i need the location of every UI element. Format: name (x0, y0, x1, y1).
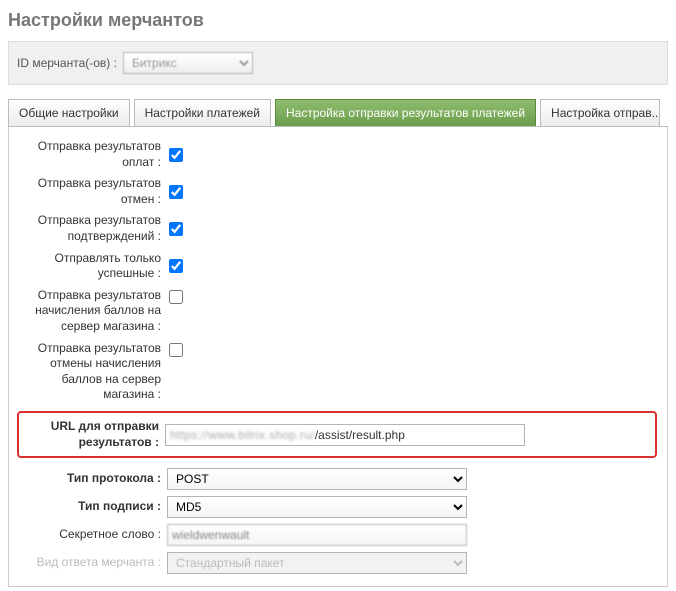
label-signature: Тип подписи : (17, 499, 167, 515)
select-response-type[interactable]: Стандартный пакет (167, 552, 467, 574)
label-secret: Секретное слово : (17, 527, 167, 543)
checkbox-send-only-success[interactable] (169, 259, 183, 273)
label-send-bonus-results: Отправка результатов начисления баллов н… (17, 288, 167, 335)
checkbox-send-confirm-results[interactable] (169, 222, 183, 236)
select-protocol[interactable]: POST (167, 468, 467, 490)
checkbox-send-cancel-bonus-results[interactable] (169, 343, 183, 357)
label-response-type: Вид ответа мерчанта : (17, 555, 167, 571)
label-send-cancel-results: Отправка результатов отмен : (17, 176, 167, 207)
url-visible-suffix: /assist/result.php (315, 428, 405, 442)
url-hidden-prefix: https://www.bitrix.shop.ru/ (170, 428, 315, 442)
form-panel: Отправка результатов оплат : Отправка ре… (8, 127, 668, 587)
merchant-selector-row: ID мерчанта(-ов) : Битрикс (8, 41, 668, 85)
label-protocol: Тип протокола : (17, 471, 167, 487)
checkbox-send-payment-results[interactable] (169, 148, 183, 162)
label-send-payment-results: Отправка результатов оплат : (17, 139, 167, 170)
merchant-id-label: ID мерчанта(-ов) : (17, 56, 117, 70)
label-send-confirm-results: Отправка результатов подтверждений : (17, 213, 167, 244)
checkbox-send-bonus-results[interactable] (169, 290, 183, 304)
select-signature[interactable]: MD5 (167, 496, 467, 518)
tab-general[interactable]: Общие настройки (8, 99, 130, 126)
label-send-only-success: Отправлять только успешные : (17, 251, 167, 282)
tabs-bar: Общие настройки Настройки платежей Настр… (8, 99, 668, 127)
label-url-results: URL для отправки результатов : (23, 419, 165, 450)
tab-send-results[interactable]: Настройка отправки результатов платежей (275, 99, 536, 126)
input-secret[interactable] (167, 524, 467, 546)
url-results-input[interactable]: https://www.bitrix.shop.ru/ /assist/resu… (165, 424, 525, 446)
checkbox-send-cancel-results[interactable] (169, 185, 183, 199)
label-send-cancel-bonus-results: Отправка результатов отмены начисления б… (17, 341, 167, 403)
merchant-id-select[interactable]: Битрикс (123, 52, 253, 74)
tab-send-more[interactable]: Настройка отправ... (540, 99, 660, 126)
page-title: Настройки мерчантов (8, 10, 668, 31)
url-highlight-box: URL для отправки результатов : https://w… (17, 411, 657, 458)
tab-payments[interactable]: Настройки платежей (134, 99, 271, 126)
